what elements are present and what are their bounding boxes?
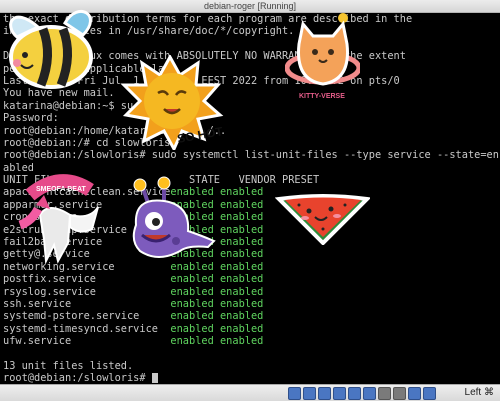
keyboard-capture-icon[interactable] [423, 387, 436, 400]
vendor-preset-cell: enabled [219, 223, 264, 236]
terminal-line: Password: [3, 112, 59, 125]
vendor-preset-cell: enabled [219, 273, 264, 286]
vendor-preset-cell: enabled [219, 322, 264, 335]
host-key-label: Left ⌘ [464, 387, 494, 398]
vendor-preset-cell: enabled [219, 236, 264, 249]
vendor-preset-cell: enabled [219, 335, 264, 348]
shared-folder-icon[interactable] [363, 387, 376, 400]
cat-planet-sticker: KITTY-VERSE [285, 13, 360, 100]
terminal-line: root@debian:/# cd slowloris [3, 136, 171, 149]
unit-file-cell: systemd-pstore.service [3, 310, 140, 323]
state-cell: enabled [170, 297, 214, 310]
table-row: systemd-timesyncd.service enabled enabled [3, 323, 500, 335]
unit-file-cell: rsyslog.service [3, 285, 96, 298]
terminal-line: root@debian:/slowloris# sudo systemctl l… [3, 149, 499, 162]
mouse-integration-icon[interactable] [408, 387, 421, 400]
state-cell: enabled [170, 285, 214, 298]
terminal-line: root@debian:/home/katarina# cd ../.. [3, 124, 227, 137]
unicorn-sticker-label: SMEOFA BEAT [36, 186, 87, 193]
optical-drive-icon[interactable] [303, 387, 316, 400]
unit-file-cell: postfix.service [3, 273, 96, 286]
bee-sticker [9, 10, 93, 89]
table-row: rsyslog.service enabled enabled [3, 286, 500, 298]
vendor-preset-cell: enabled [219, 248, 264, 261]
vendor-preset-cell: enabled [219, 285, 264, 298]
terminal-cursor [151, 373, 158, 384]
cat-sticker-label: KITTY-VERSE [299, 93, 345, 100]
vendor-preset-cell: enabled [219, 211, 264, 224]
vendor-preset-cell: enabled [219, 186, 264, 199]
unit-file-cell: ufw.service [3, 335, 72, 348]
unit-file-cell: ssh.service [3, 297, 72, 310]
terminal-line: 13 unit files listed. [3, 359, 134, 372]
terminal-line: katarina@debian:~$ su [3, 99, 134, 112]
vendor-preset-cell: enabled [219, 297, 264, 310]
unit-file-cell: systemd-timesyncd.service [3, 322, 158, 335]
terminal-line: root@debian:/slowloris# [3, 372, 500, 384]
unicorn-sticker: SMEOFA BEAT [18, 174, 99, 265]
state-cell: enabled [170, 335, 214, 348]
state-cell: enabled [170, 273, 214, 286]
table-row: postfix.service enabled enabled [3, 273, 500, 285]
table-row: systemd-pstore.service enabled enabled [3, 310, 500, 322]
usb-icon[interactable] [348, 387, 361, 400]
table-row: ufw.service enabled enabled [3, 335, 500, 347]
vendor-preset-cell: enabled [219, 310, 264, 323]
purple-monster-sticker [132, 176, 216, 258]
watermelon-sticker [275, 194, 370, 245]
audio-icon[interactable] [318, 387, 331, 400]
vendor-preset-cell: enabled [219, 198, 264, 211]
sun-sticker: SO HOT [120, 55, 224, 150]
state-cell: enabled [170, 310, 214, 323]
vendor-preset-cell: enabled [219, 260, 264, 273]
vm-status-bar: Left ⌘ [0, 384, 500, 401]
state-cell: enabled [170, 322, 214, 335]
network-icon[interactable] [333, 387, 346, 400]
table-row: ssh.service enabled enabled [3, 298, 500, 310]
hard-disk-icon[interactable] [288, 387, 301, 400]
recording-icon[interactable] [393, 387, 406, 400]
display-icon[interactable] [378, 387, 391, 400]
